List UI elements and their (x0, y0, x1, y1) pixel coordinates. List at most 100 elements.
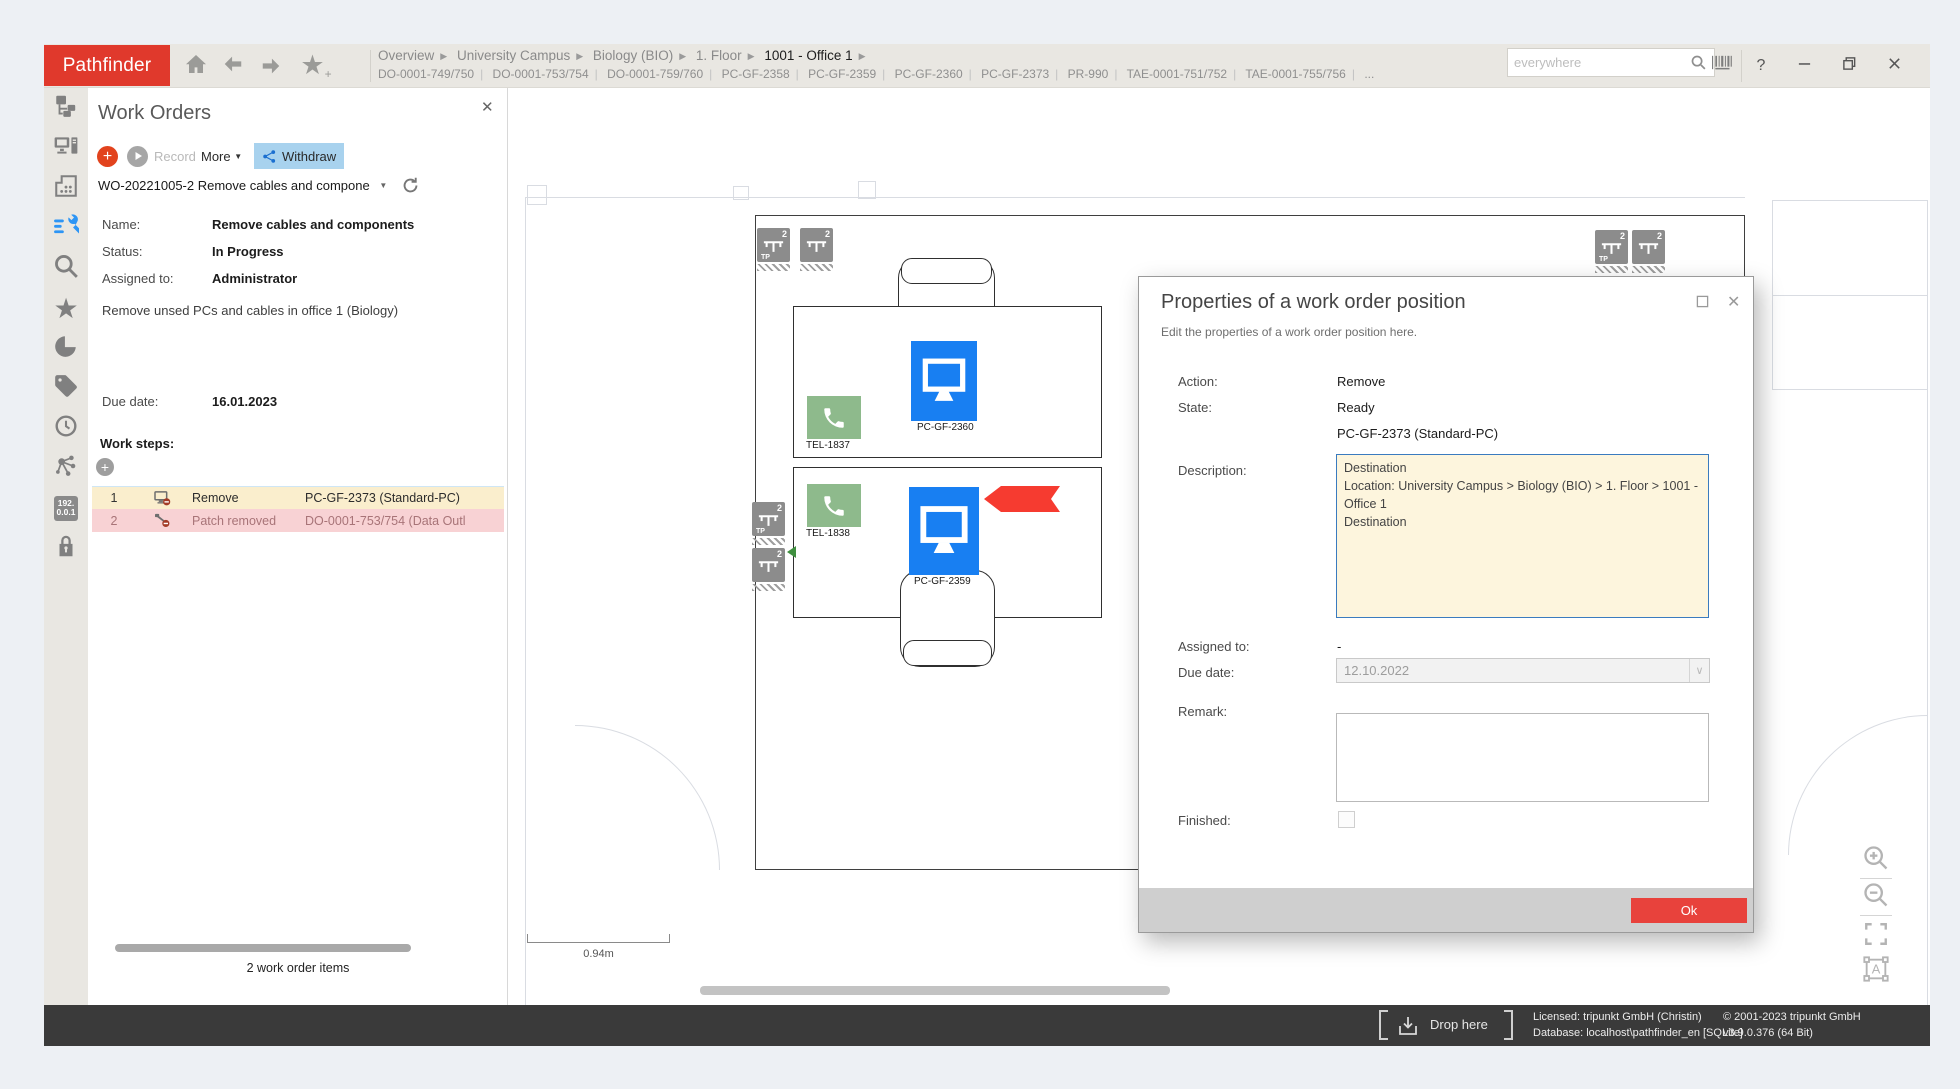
data-outlet-icon[interactable]: 2TP (757, 228, 790, 262)
drop-here-label[interactable]: Drop here (1430, 1017, 1488, 1033)
clock-icon (53, 413, 79, 444)
sidebar-item-work-orders[interactable] (44, 208, 88, 248)
faint-wall (525, 197, 526, 1005)
finished-checkbox[interactable] (1338, 811, 1355, 828)
sidebar-item-topology[interactable] (44, 88, 88, 128)
refresh-icon (401, 182, 420, 199)
dialog-maximize-button[interactable] (1696, 295, 1709, 313)
remark-textarea[interactable] (1336, 713, 1709, 802)
breadcrumb-item-current[interactable]: 1001 - Office 1 (764, 48, 852, 63)
title-bar: Pathfinder ★+ Overview▶ University Campu… (44, 44, 1930, 88)
sidebar-item-workstations[interactable] (44, 128, 88, 168)
more-button[interactable]: More ▼ (201, 149, 242, 164)
breadcrumb-item[interactable]: 1. Floor (696, 48, 742, 63)
back-arrow-icon (222, 53, 244, 80)
tab-item[interactable]: DO-0001-749/750 (378, 67, 474, 81)
dialog-close-button[interactable]: ✕ (1727, 292, 1740, 312)
tab-item[interactable]: DO-0001-753/754 (493, 67, 589, 81)
tab-item[interactable]: TAE-0001-755/756 (1245, 67, 1346, 81)
search-icon (53, 253, 79, 284)
phone-device-icon[interactable] (807, 484, 861, 527)
data-outlet-icon[interactable]: 2 (1632, 230, 1665, 264)
sidebar-item-search[interactable] (44, 248, 88, 288)
tab-item[interactable]: PR-990 (1068, 67, 1109, 81)
home-button[interactable] (181, 51, 211, 81)
back-button[interactable] (219, 53, 247, 79)
record-label: Record (154, 149, 196, 164)
work-step-row[interactable]: 2 Patch removed DO-0001-753/754 (Data Ou… (92, 509, 504, 532)
restore-button[interactable] (1835, 52, 1863, 80)
barcode-icon[interactable] (1712, 55, 1732, 70)
phone-device-icon[interactable] (807, 396, 861, 439)
due-date-select[interactable]: 12.10.2022 ∨ (1336, 658, 1710, 683)
forward-button[interactable] (257, 53, 285, 79)
plan-horizontal-scrollbar[interactable] (700, 986, 1170, 995)
search-input[interactable] (1514, 55, 1690, 70)
zoom-out-button[interactable] (1858, 880, 1894, 914)
tab-separator: | (703, 67, 718, 81)
zoom-in-button[interactable] (1858, 843, 1894, 877)
work-order-flag-icon[interactable] (984, 486, 1060, 518)
add-work-order-button[interactable]: + (97, 146, 118, 167)
plus-icon: + (101, 459, 109, 475)
dialog-title: Properties of a work order position (1161, 291, 1466, 314)
faint-detail (858, 181, 876, 199)
breadcrumb-item[interactable]: Biology (BIO) (593, 48, 673, 63)
floorplan-icon (53, 173, 79, 204)
order-selector[interactable]: WO-20221005-2 Remove cables and compone … (98, 178, 387, 193)
sidebar-item-security[interactable] (44, 528, 88, 568)
tab-item[interactable]: PC-GF-2358 (722, 67, 790, 81)
help-button[interactable]: ? (1747, 52, 1775, 80)
share-icon (262, 149, 277, 164)
home-icon (184, 52, 208, 81)
scale-bar (527, 934, 670, 943)
record-button[interactable] (127, 146, 148, 167)
tab-item[interactable]: DO-0001-759/760 (607, 67, 703, 81)
close-window-button[interactable] (1880, 52, 1908, 80)
withdraw-button[interactable]: Withdraw (254, 143, 344, 169)
sidebar-item-connections[interactable] (44, 448, 88, 488)
panel-close-button[interactable]: ✕ (481, 98, 494, 116)
data-outlet-icon[interactable]: 2TP (752, 502, 785, 536)
ok-button[interactable]: Ok (1631, 898, 1747, 923)
panel-horizontal-scrollbar[interactable] (115, 944, 411, 952)
add-work-step-button[interactable]: + (96, 458, 114, 476)
titlebar-divider (370, 50, 371, 82)
device-label: TEL-1838 (804, 528, 852, 539)
sidebar-item-favorites[interactable]: ★ (44, 288, 88, 328)
work-orders-tools-icon (53, 213, 79, 244)
topology-icon (53, 93, 79, 124)
step-target: PC-GF-2373 (Standard-PC) (305, 491, 460, 505)
fit-to-screen-button[interactable] (1858, 920, 1894, 952)
tab-separator: | (589, 67, 604, 81)
breadcrumb-sep-icon: ▶ (853, 51, 872, 61)
search-icon[interactable] (1690, 54, 1707, 71)
pc-device-icon[interactable] (911, 341, 977, 421)
sidebar-item-history[interactable] (44, 408, 88, 448)
forward-arrow-icon (260, 55, 282, 77)
minimize-button[interactable] (1790, 52, 1818, 80)
sidebar-item-floorplan[interactable] (44, 168, 88, 208)
tab-item[interactable]: PC-GF-2360 (895, 67, 963, 81)
work-step-row[interactable]: 1 Remove PC-GF-2373 (Standard-PC) (92, 486, 504, 509)
tab-item[interactable]: PC-GF-2359 (808, 67, 876, 81)
restore-icon (1842, 56, 1857, 76)
tab-item-overflow[interactable]: ... (1364, 67, 1374, 81)
description-textarea[interactable]: Destination Location: University Campus … (1336, 454, 1709, 618)
data-outlet-icon[interactable]: 2 (752, 548, 785, 582)
data-outlet-icon[interactable]: 2 (800, 228, 833, 262)
breadcrumb-item[interactable]: Overview (378, 48, 434, 63)
label-tool-button[interactable]: A (1858, 954, 1894, 988)
work-steps-label: Work steps: (100, 436, 174, 451)
faint-detail (1772, 295, 1928, 296)
data-outlet-icon[interactable]: 2TP (1595, 230, 1628, 264)
sidebar-item-reports[interactable] (44, 328, 88, 368)
tab-item[interactable]: PC-GF-2373 (981, 67, 1049, 81)
refresh-button[interactable] (401, 176, 420, 200)
sidebar-item-tags[interactable] (44, 368, 88, 408)
pc-device-icon[interactable] (909, 487, 979, 575)
favorite-add-button[interactable]: ★+ (298, 48, 334, 82)
breadcrumb-item[interactable]: University Campus (457, 48, 570, 63)
sidebar-item-ip-networks[interactable]: 192.0.0.1 (44, 488, 88, 528)
tab-item[interactable]: TAE-0001-751/752 (1127, 67, 1228, 81)
